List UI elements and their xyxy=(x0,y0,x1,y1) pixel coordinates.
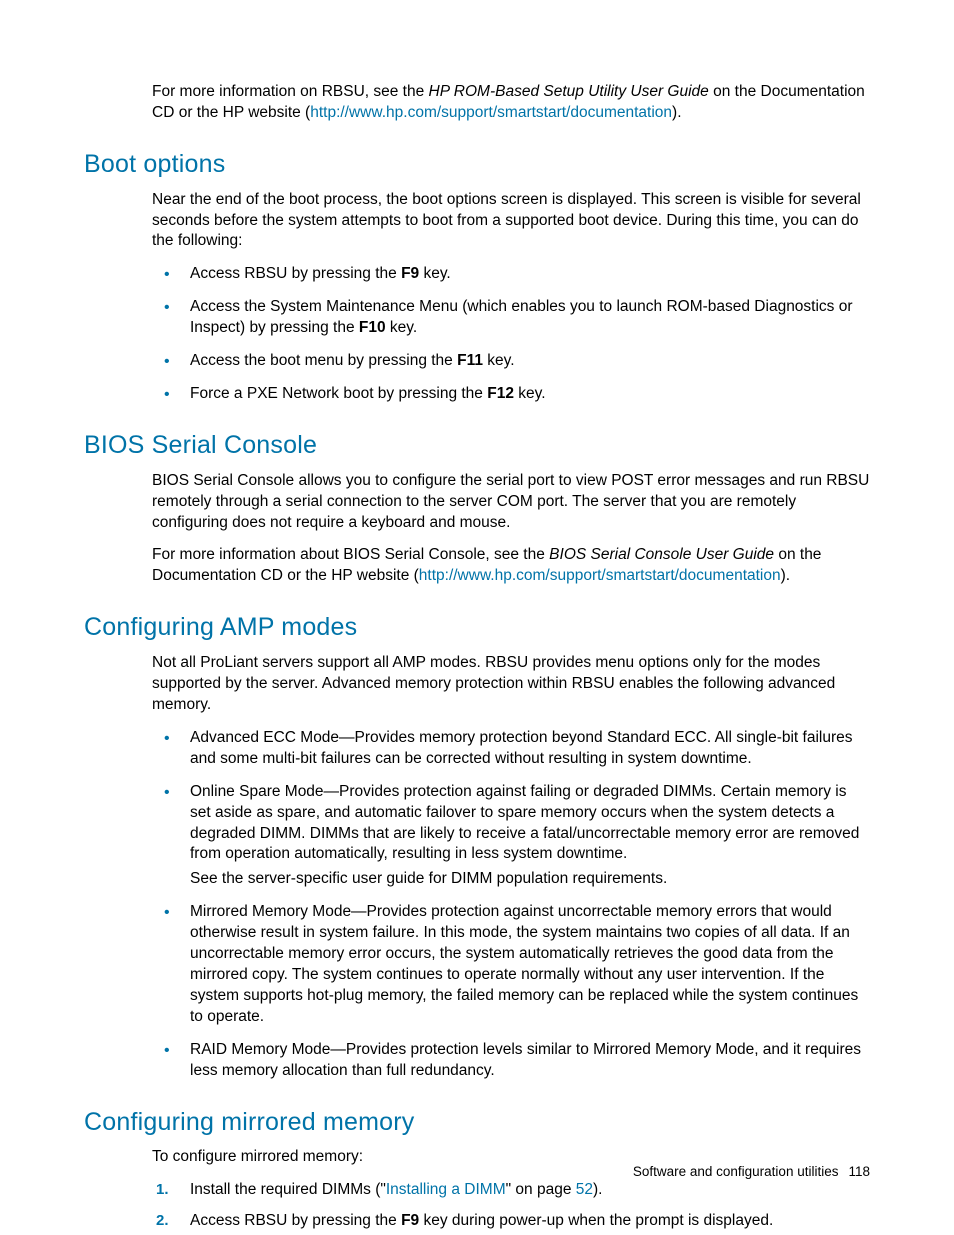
text: Access RBSU by pressing the xyxy=(190,265,401,282)
hp-website-link[interactable]: http://www.hp.com/support/smartstart/doc… xyxy=(310,104,672,121)
heading-bios-serial-console: BIOS Serial Console xyxy=(84,429,870,463)
list-item: Force a PXE Network boot by pressing the… xyxy=(152,384,870,405)
text: Access RBSU by pressing the xyxy=(190,1212,401,1229)
amp-modes-list: Advanced ECC Mode—Provides memory protec… xyxy=(152,728,870,1082)
text: ). xyxy=(672,104,681,121)
installing-dimm-link[interactable]: Installing a DIMM xyxy=(386,1181,506,1198)
text: Access the System Maintenance Menu (whic… xyxy=(190,298,853,336)
hp-website-link[interactable]: http://www.hp.com/support/smartstart/doc… xyxy=(419,567,781,584)
doc-title-italic: BIOS Serial Console User Guide xyxy=(549,546,774,563)
mirror-steps: Install the required DIMMs ("Installing … xyxy=(152,1180,870,1232)
text: key during power-up when the prompt is d… xyxy=(419,1212,773,1229)
page-ref-link[interactable]: 52 xyxy=(576,1181,593,1198)
footer-page-number: 118 xyxy=(848,1164,870,1179)
bios-paragraph-1: BIOS Serial Console allows you to config… xyxy=(152,471,870,534)
key-f10: F10 xyxy=(359,319,386,336)
step-1: Install the required DIMMs ("Installing … xyxy=(152,1180,870,1201)
boot-options-list: Access RBSU by pressing the F9 key. Acce… xyxy=(152,264,870,405)
text: For more information about BIOS Serial C… xyxy=(152,546,549,563)
text: Online Spare Mode—Provides protection ag… xyxy=(190,782,870,866)
amp-intro-paragraph: Not all ProLiant servers support all AMP… xyxy=(152,653,870,716)
text: key. xyxy=(419,265,451,282)
page: For more information on RBSU, see the HP… xyxy=(0,0,954,1235)
page-footer: Software and configuration utilities 118 xyxy=(633,1163,870,1181)
heading-configuring-mirrored-memory: Configuring mirrored memory xyxy=(84,1106,870,1140)
list-item: Access RBSU by pressing the F9 key. xyxy=(152,264,870,285)
text: " on page xyxy=(506,1181,576,1198)
key-f11: F11 xyxy=(457,352,483,369)
boot-intro-paragraph: Near the end of the boot process, the bo… xyxy=(152,190,870,253)
text: For more information on RBSU, see the xyxy=(152,83,429,100)
list-item: Access the boot menu by pressing the F11… xyxy=(152,351,870,372)
text: Force a PXE Network boot by pressing the xyxy=(190,385,487,402)
bios-paragraph-2: For more information about BIOS Serial C… xyxy=(152,545,870,587)
dimm-note: See the server-specific user guide for D… xyxy=(190,869,870,890)
key-f9: F9 xyxy=(401,1212,419,1229)
key-f12: F12 xyxy=(487,385,514,402)
list-item: Access the System Maintenance Menu (whic… xyxy=(152,297,870,339)
doc-title-italic: HP ROM-Based Setup Utility User Guide xyxy=(429,83,709,100)
text: key. xyxy=(386,319,418,336)
list-item: Mirrored Memory Mode—Provides protection… xyxy=(152,902,870,1028)
key-f9: F9 xyxy=(401,265,419,282)
intro-paragraph: For more information on RBSU, see the HP… xyxy=(152,82,870,124)
heading-configuring-amp-modes: Configuring AMP modes xyxy=(84,611,870,645)
text: Access the boot menu by pressing the xyxy=(190,352,457,369)
text: ). xyxy=(593,1181,602,1198)
step-2: Access RBSU by pressing the F9 key durin… xyxy=(152,1211,870,1232)
text: key. xyxy=(483,352,515,369)
text: ). xyxy=(781,567,790,584)
list-item: Advanced ECC Mode—Provides memory protec… xyxy=(152,728,870,770)
text: key. xyxy=(514,385,546,402)
footer-section: Software and configuration utilities xyxy=(633,1164,839,1179)
list-item: Online Spare Mode—Provides protection ag… xyxy=(152,782,870,891)
list-item: RAID Memory Mode—Provides protection lev… xyxy=(152,1040,870,1082)
text: Install the required DIMMs (" xyxy=(190,1181,386,1198)
heading-boot-options: Boot options xyxy=(84,148,870,182)
